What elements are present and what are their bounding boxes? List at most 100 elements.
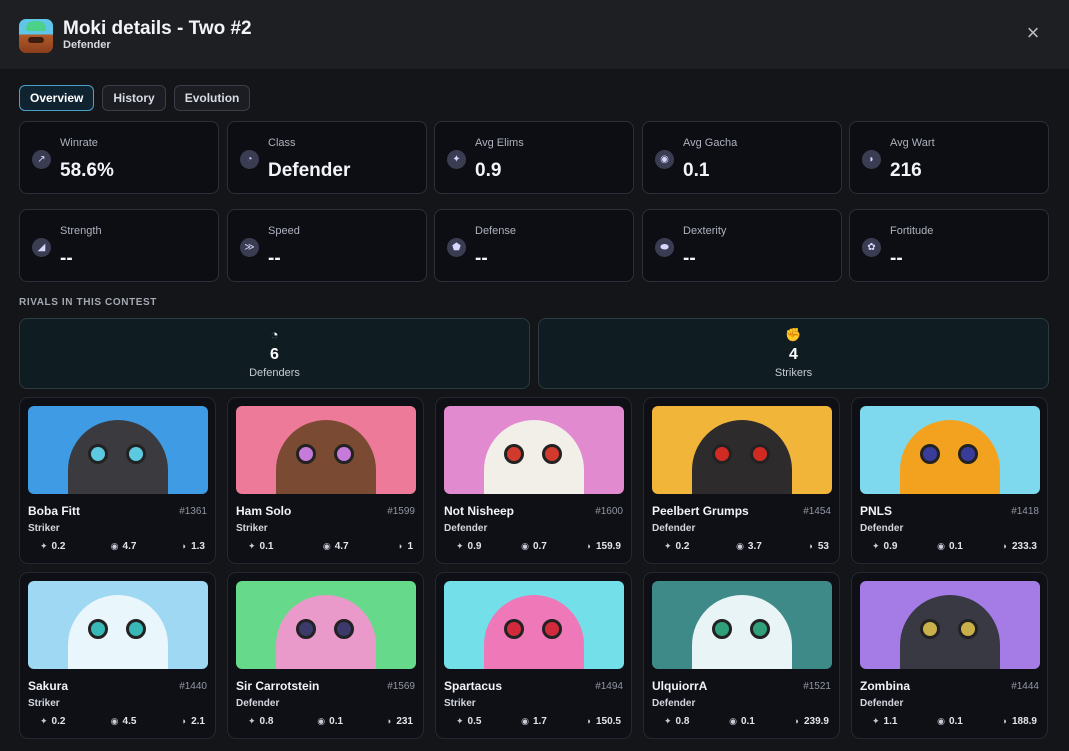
rival-card[interactable]: UlquiorrA #1521 Defender ✦ 0.8 ◉ 0.1 ◗ 239.9 bbox=[643, 572, 840, 739]
rival-stats: ✦ 0.9 ◉ 0.7 ◗ 159.9 bbox=[456, 541, 621, 552]
gacha-icon: ◉ bbox=[110, 716, 119, 726]
rival-wart: 1.3 bbox=[191, 541, 205, 552]
rival-gacha: 4.7 bbox=[334, 541, 349, 552]
moki-body bbox=[276, 595, 376, 669]
moki-body bbox=[484, 595, 584, 669]
rival-stats: ✦ 0.8 ◉ 0.1 ◗ 231 bbox=[248, 716, 413, 727]
moki-portrait bbox=[236, 581, 416, 669]
rival-elims: 0.2 bbox=[51, 541, 66, 552]
wart-icon: ◗ bbox=[808, 541, 814, 551]
moki-eye bbox=[504, 444, 524, 464]
wart-icon: ◗ bbox=[181, 716, 188, 726]
moki-eye bbox=[542, 619, 562, 639]
rival-card[interactable]: Boba Fitt #1361 Striker ✦ 0.2 ◉ 4.7 ◗ 1.3 bbox=[19, 397, 216, 564]
moki-eye bbox=[920, 444, 940, 464]
stat-fortitude: ✿ Fortitude -- bbox=[849, 209, 1049, 282]
rival-stats: ✦ 0.5 ◉ 1.7 ◗ 150.5 bbox=[456, 716, 621, 727]
moki-eye bbox=[296, 444, 316, 464]
rival-gacha: 3.7 bbox=[747, 541, 762, 552]
defenders-count: 6 bbox=[270, 346, 279, 363]
close-icon[interactable]: × bbox=[1020, 21, 1046, 47]
rival-number: #1454 bbox=[803, 506, 831, 517]
rival-gacha: 0.1 bbox=[948, 541, 963, 552]
clock-icon: ◔ bbox=[240, 150, 259, 169]
rival-name: Zombina bbox=[860, 679, 910, 693]
moki-portrait bbox=[444, 406, 624, 494]
wart-icon: ◗ bbox=[586, 541, 592, 551]
moki-eye bbox=[126, 444, 146, 464]
rival-elims: 0.1 bbox=[259, 541, 274, 552]
rival-card[interactable]: Sakura #1440 Striker ✦ 0.2 ◉ 4.5 ◗ 2.1 bbox=[19, 572, 216, 739]
rival-number: #1600 bbox=[595, 506, 623, 517]
rival-stats: ✦ 1.1 ◉ 0.1 ◗ 188.9 bbox=[872, 716, 1037, 727]
dexterity-icon: ⬬ bbox=[655, 238, 674, 257]
moki-portrait bbox=[28, 581, 208, 669]
moki-eye bbox=[334, 444, 354, 464]
modal-title: Moki details - Two #2 bbox=[63, 18, 252, 39]
stat-value: 0.9 bbox=[475, 160, 502, 181]
elims-icon: ✦ bbox=[456, 716, 464, 726]
moki-eye bbox=[920, 619, 940, 639]
elims-icon: ✦ bbox=[664, 541, 672, 551]
rival-card[interactable]: Spartacus #1494 Striker ✦ 0.5 ◉ 1.7 ◗ 150.5 bbox=[435, 572, 632, 739]
moki-eye bbox=[126, 619, 146, 639]
stat-value: -- bbox=[683, 248, 696, 269]
modal-subtitle: Defender bbox=[63, 39, 111, 51]
rival-number: #1599 bbox=[387, 506, 415, 517]
rival-name: Sir Carrotstein bbox=[236, 679, 320, 693]
rival-card[interactable]: Peelbert Grumps #1454 Defender ✦ 0.2 ◉ 3.7 ◗ 53 bbox=[643, 397, 840, 564]
moki-eye bbox=[504, 619, 524, 639]
wart-icon: ◗ bbox=[1002, 541, 1008, 551]
rival-number: #1494 bbox=[595, 681, 623, 692]
stat-speed: ≫ Speed -- bbox=[227, 209, 427, 282]
rival-card[interactable]: Sir Carrotstein #1569 Defender ✦ 0.8 ◉ 0.1 ◗ 231 bbox=[227, 572, 424, 739]
rival-elims: 0.5 bbox=[467, 716, 482, 727]
stat-label: Avg Gacha bbox=[683, 137, 738, 149]
gacha-icon: ◉ bbox=[317, 716, 326, 726]
rival-card[interactable]: Not Nisheep #1600 Defender ✦ 0.9 ◉ 0.7 ◗ 159.9 bbox=[435, 397, 632, 564]
moki-portrait bbox=[860, 406, 1040, 494]
stat-label: Class bbox=[268, 137, 296, 149]
moki-eye bbox=[542, 444, 562, 464]
rival-number: #1569 bbox=[387, 681, 415, 692]
elims-icon: ✦ bbox=[248, 716, 256, 726]
stat-avg-elims: ✦ Avg Elims 0.9 bbox=[434, 121, 634, 194]
rival-card[interactable]: PNLS #1418 Defender ✦ 0.9 ◉ 0.1 ◗ 233.3 bbox=[851, 397, 1048, 564]
stat-value: 58.6% bbox=[60, 160, 114, 181]
moki-eye bbox=[958, 444, 978, 464]
rival-card[interactable]: Ham Solo #1599 Striker ✦ 0.1 ◉ 4.7 ◗ 1 bbox=[227, 397, 424, 564]
moki-portrait bbox=[652, 406, 832, 494]
elims-icon: ✦ bbox=[40, 716, 48, 726]
rival-gacha: 4.5 bbox=[122, 716, 137, 727]
rival-class: Defender bbox=[444, 523, 488, 534]
chart-icon: ↗ bbox=[32, 150, 51, 169]
strikers-summary: ✊ 4 Strikers bbox=[538, 318, 1049, 389]
stat-winrate: ↗ Winrate 58.6% bbox=[19, 121, 219, 194]
moki-eye bbox=[88, 444, 108, 464]
tab-overview[interactable]: Overview bbox=[19, 85, 95, 111]
gacha-icon: ◉ bbox=[655, 150, 674, 169]
rival-gacha: 0.1 bbox=[948, 716, 963, 727]
moki-portrait bbox=[652, 581, 832, 669]
rival-card[interactable]: Zombina #1444 Defender ✦ 1.1 ◉ 0.1 ◗ 188.9 bbox=[851, 572, 1048, 739]
defenders-summary: ◔ 6 Defenders bbox=[19, 318, 530, 389]
moki-portrait bbox=[28, 406, 208, 494]
rival-elims: 0.8 bbox=[675, 716, 690, 727]
wart-icon: ◗ bbox=[386, 716, 393, 726]
moki-body bbox=[692, 420, 792, 494]
gacha-icon: ◉ bbox=[110, 541, 119, 551]
rival-stats: ✦ 0.8 ◉ 0.1 ◗ 239.9 bbox=[664, 716, 829, 727]
tab-evolution[interactable]: Evolution bbox=[173, 85, 251, 111]
rival-name: Sakura bbox=[28, 679, 69, 693]
tab-history[interactable]: History bbox=[102, 85, 166, 111]
stat-label: Avg Elims bbox=[475, 137, 524, 149]
rival-wart: 2.1 bbox=[191, 716, 205, 727]
wart-icon: ◗ bbox=[862, 150, 881, 169]
stat-value: -- bbox=[475, 248, 488, 269]
rival-class: Defender bbox=[652, 698, 696, 709]
stat-label: Fortitude bbox=[890, 225, 934, 237]
rival-stats: ✦ 0.9 ◉ 0.1 ◗ 233.3 bbox=[872, 541, 1037, 552]
rival-wart: 239.9 bbox=[803, 716, 829, 727]
stat-label: Dexterity bbox=[683, 225, 727, 237]
stat-avg-wart: ◗ Avg Wart 216 bbox=[849, 121, 1049, 194]
